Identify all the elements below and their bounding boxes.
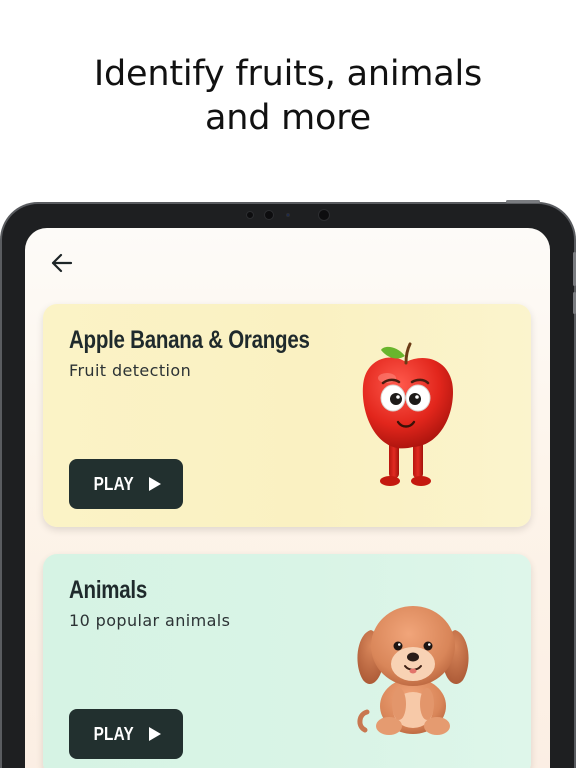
puppy-character-icon: [357, 606, 469, 735]
animal-play-button[interactable]: PLAY: [69, 709, 183, 759]
play-icon: [148, 727, 161, 741]
fruit-play-button[interactable]: PLAY: [69, 459, 183, 509]
headline-line-2: and more: [204, 98, 372, 138]
apple-character-icon: [362, 342, 453, 486]
card-title: Animals: [69, 576, 148, 604]
play-label: PLAY: [93, 473, 135, 494]
card-subtitle: Fruit detection: [69, 361, 192, 380]
back-button[interactable]: [49, 250, 75, 276]
play-icon: [148, 477, 161, 491]
headline: Identify fruits, animals and more: [0, 52, 576, 140]
app-screen: Apple Banana & Oranges Fruit detection P…: [25, 228, 550, 768]
card-title: Apple Banana & Oranges: [69, 326, 310, 354]
camera-bar: [244, 208, 336, 222]
play-label: PLAY: [93, 723, 135, 744]
tablet-top-button: [506, 200, 540, 203]
fruit-category-card[interactable]: Apple Banana & Oranges Fruit detection P…: [43, 304, 531, 527]
headline-line-1: Identify fruits, animals: [93, 54, 483, 94]
back-arrow-icon: [51, 253, 73, 273]
card-subtitle: 10 popular animals: [69, 611, 231, 630]
animal-category-card[interactable]: Animals 10 popular animals PLAY: [43, 554, 531, 768]
